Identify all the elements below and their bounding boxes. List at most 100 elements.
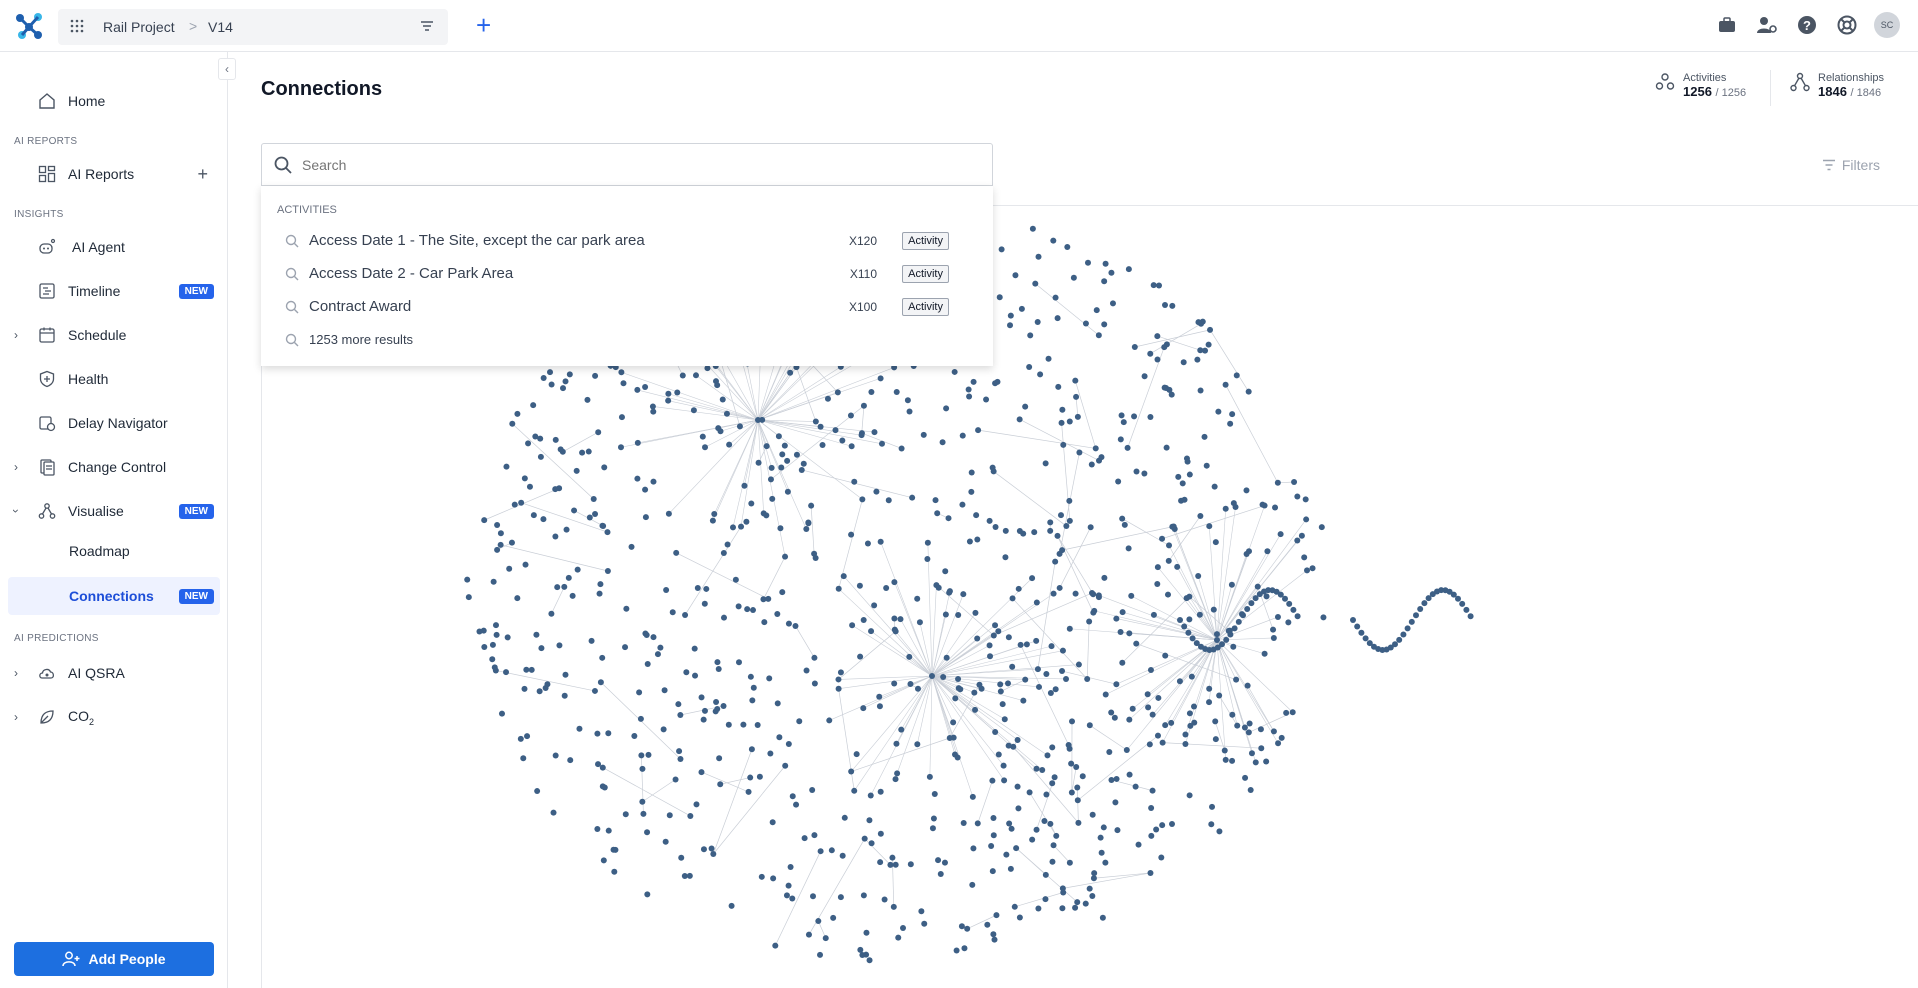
graph-node[interactable] [1241, 724, 1248, 731]
graph-node[interactable] [760, 510, 767, 517]
graph-node[interactable] [1135, 841, 1142, 848]
graph-node[interactable] [1169, 302, 1176, 309]
graph-node[interactable] [1231, 625, 1238, 632]
graph-node[interactable] [968, 469, 975, 476]
graph-node[interactable] [642, 514, 649, 521]
graph-node[interactable] [939, 439, 946, 446]
breadcrumb-project[interactable]: Rail Project [103, 19, 175, 35]
graph-node[interactable] [1207, 326, 1214, 333]
graph-node[interactable] [693, 801, 700, 808]
graph-node[interactable] [810, 893, 817, 900]
graph-node[interactable] [1263, 758, 1270, 765]
graph-node[interactable] [883, 584, 890, 591]
graph-node[interactable] [1235, 618, 1242, 625]
graph-node[interactable] [1261, 650, 1268, 657]
graph-node[interactable] [1211, 483, 1218, 490]
graph-node[interactable] [997, 688, 1004, 695]
graph-node[interactable] [999, 701, 1006, 708]
graph-node[interactable] [610, 846, 617, 853]
graph-node[interactable] [673, 549, 680, 556]
graph-node[interactable] [1216, 828, 1223, 835]
graph-node[interactable] [723, 410, 730, 417]
graph-node[interactable] [594, 825, 601, 832]
graph-node[interactable] [637, 715, 644, 722]
graph-node[interactable] [1162, 722, 1169, 729]
graph-node[interactable] [490, 578, 497, 585]
graph-node[interactable] [524, 733, 531, 740]
sidebar-item-timeline[interactable]: Timeline NEW [8, 273, 220, 309]
graph-node[interactable] [571, 507, 578, 514]
graph-node[interactable] [1095, 592, 1102, 599]
graph-node[interactable] [710, 850, 717, 857]
graph-node[interactable] [1233, 676, 1240, 683]
graph-node[interactable] [906, 408, 913, 415]
graph-node[interactable] [713, 378, 720, 385]
graph-node[interactable] [1049, 858, 1056, 865]
graph-node[interactable] [690, 407, 697, 414]
graph-node[interactable] [1174, 563, 1181, 570]
graph-node[interactable] [547, 369, 554, 376]
graph-node[interactable] [767, 476, 774, 483]
graph-node[interactable] [1320, 614, 1327, 621]
graph-node[interactable] [893, 389, 900, 396]
graph-node[interactable] [1006, 820, 1013, 827]
graph-node[interactable] [636, 689, 643, 696]
graph-node[interactable] [782, 762, 789, 769]
graph-node[interactable] [769, 495, 776, 502]
graph-node[interactable] [1180, 359, 1187, 366]
graph-node[interactable] [1029, 225, 1036, 232]
graph-node[interactable] [1230, 643, 1237, 650]
graph-node[interactable] [1002, 527, 1009, 534]
graph-node[interactable] [1245, 729, 1252, 736]
graph-node[interactable] [1093, 307, 1100, 314]
graph-node[interactable] [1350, 617, 1356, 623]
graph-node[interactable] [617, 444, 624, 451]
graph-node[interactable] [665, 397, 672, 404]
graph-node[interactable] [894, 770, 901, 777]
graph-node[interactable] [497, 530, 504, 537]
graph-node[interactable] [965, 386, 972, 393]
graph-node[interactable] [526, 483, 533, 490]
graph-node[interactable] [537, 453, 544, 460]
graph-node[interactable] [634, 386, 641, 393]
graph-node[interactable] [1229, 711, 1236, 718]
graph-node[interactable] [1392, 641, 1398, 648]
graph-node[interactable] [1064, 243, 1071, 250]
graph-node[interactable] [1009, 663, 1016, 670]
graph-node[interactable] [1098, 454, 1105, 461]
graph-node[interactable] [586, 514, 593, 521]
graph-node[interactable] [1179, 480, 1186, 487]
graph-node[interactable] [1112, 799, 1119, 806]
graph-node[interactable] [702, 444, 709, 451]
graph-node[interactable] [530, 512, 537, 519]
graph-node[interactable] [1123, 747, 1130, 754]
app-logo[interactable] [14, 12, 44, 40]
graph-node[interactable] [989, 777, 996, 784]
graph-node[interactable] [935, 857, 942, 864]
graph-node[interactable] [868, 840, 875, 847]
graph-node[interactable] [817, 423, 824, 430]
graph-node[interactable] [837, 894, 844, 901]
graph-node[interactable] [830, 914, 837, 921]
graph-node[interactable] [654, 651, 661, 658]
graph-node[interactable] [1074, 413, 1081, 420]
add-icon[interactable]: + [476, 12, 491, 38]
graph-node[interactable] [1261, 502, 1268, 509]
graph-node[interactable] [1066, 497, 1073, 504]
graph-node[interactable] [945, 515, 952, 522]
graph-node[interactable] [811, 680, 818, 687]
graph-node[interactable] [747, 673, 754, 680]
graph-node[interactable] [1043, 670, 1050, 677]
graph-node[interactable] [815, 918, 822, 925]
graph-node[interactable] [891, 680, 898, 687]
graph-node[interactable] [1184, 458, 1191, 465]
graph-node[interactable] [787, 863, 794, 870]
graph-node[interactable] [534, 788, 541, 795]
graph-node[interactable] [1245, 388, 1252, 395]
graph-node[interactable] [708, 845, 715, 852]
graph-node[interactable] [1035, 253, 1042, 260]
graph-node[interactable] [1074, 899, 1081, 906]
graph-node[interactable] [686, 872, 693, 879]
graph-node[interactable] [878, 440, 885, 447]
graph-node[interactable] [565, 574, 572, 581]
